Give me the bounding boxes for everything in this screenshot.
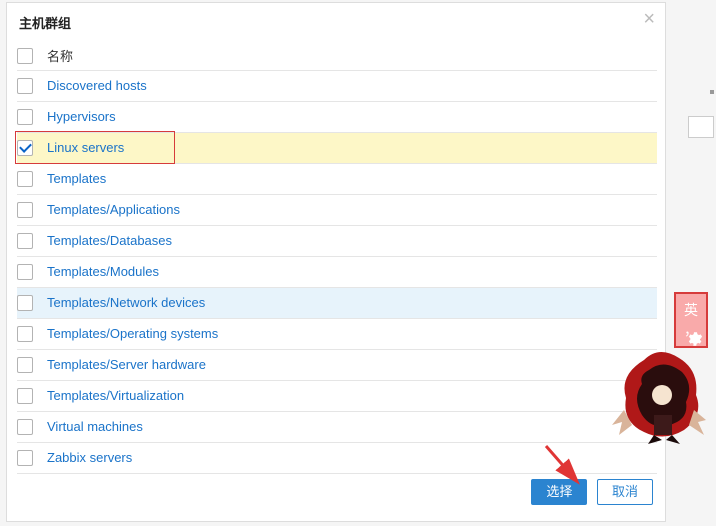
table-row[interactable]: Templates/Applications: [17, 194, 657, 225]
table-row[interactable]: Templates: [17, 163, 657, 194]
table-row[interactable]: Templates/Virtualization: [17, 380, 657, 411]
group-link[interactable]: Virtual machines: [47, 419, 143, 434]
row-checkbox[interactable]: [17, 419, 33, 435]
row-checkbox[interactable]: [17, 264, 33, 280]
table-header-row: 名称: [17, 42, 657, 70]
floating-badge-char: 英: [676, 300, 706, 320]
cancel-button[interactable]: 取消: [597, 479, 653, 505]
table-row[interactable]: Templates/Network devices: [17, 287, 657, 318]
host-groups-dialog: 主机群组 × 名称 Discovered hosts Hypervisors Lin…: [6, 2, 666, 522]
row-checkbox[interactable]: [17, 109, 33, 125]
background-fragment: [710, 90, 714, 94]
close-icon[interactable]: ×: [643, 9, 655, 29]
table-row[interactable]: Templates/Modules: [17, 256, 657, 287]
group-link[interactable]: Templates/Modules: [47, 264, 159, 279]
group-link[interactable]: Templates/Applications: [47, 202, 180, 217]
row-checkbox[interactable]: [17, 202, 33, 218]
table-row[interactable]: Templates/Operating systems: [17, 318, 657, 349]
table-row[interactable]: Discovered hosts: [17, 70, 657, 101]
group-link[interactable]: Discovered hosts: [47, 78, 147, 93]
select-all-checkbox[interactable]: [17, 48, 33, 64]
row-checkbox[interactable]: [17, 295, 33, 311]
table-row[interactable]: Hypervisors: [17, 101, 657, 132]
row-checkbox[interactable]: [17, 140, 33, 156]
groups-table: 名称 Discovered hosts Hypervisors Linux serv…: [17, 42, 657, 474]
group-link[interactable]: Templates: [47, 171, 106, 186]
table-row[interactable]: Virtual machines: [17, 411, 657, 442]
table-row[interactable]: Templates/Databases: [17, 225, 657, 256]
table-row[interactable]: Templates/Server hardware: [17, 349, 657, 380]
row-checkbox[interactable]: [17, 233, 33, 249]
background-input-fragment: [688, 116, 714, 138]
group-link[interactable]: Templates/Network devices: [47, 295, 205, 310]
group-link[interactable]: Zabbix servers: [47, 450, 132, 465]
column-header-name[interactable]: 名称: [47, 42, 657, 70]
dialog-footer: 选择 取消: [525, 479, 653, 505]
dialog-title: 主机群组: [19, 16, 71, 31]
group-link[interactable]: Templates/Operating systems: [47, 326, 218, 341]
row-checkbox[interactable]: [17, 326, 33, 342]
select-button[interactable]: 选择: [531, 479, 587, 505]
row-checkbox[interactable]: [17, 171, 33, 187]
table-row[interactable]: Zabbix servers: [17, 442, 657, 473]
row-checkbox[interactable]: [17, 357, 33, 373]
row-checkbox[interactable]: [17, 388, 33, 404]
group-link[interactable]: Templates/Server hardware: [47, 357, 206, 372]
group-link[interactable]: Templates/Databases: [47, 233, 172, 248]
row-checkbox[interactable]: [17, 78, 33, 94]
gear-icon[interactable]: [685, 330, 703, 348]
group-link[interactable]: Linux servers: [47, 140, 124, 155]
group-link[interactable]: Hypervisors: [47, 109, 116, 124]
table-row[interactable]: Linux servers: [17, 132, 657, 163]
dialog-header: 主机群组 ×: [7, 3, 665, 42]
group-link[interactable]: Templates/Virtualization: [47, 388, 184, 403]
row-checkbox[interactable]: [17, 450, 33, 466]
